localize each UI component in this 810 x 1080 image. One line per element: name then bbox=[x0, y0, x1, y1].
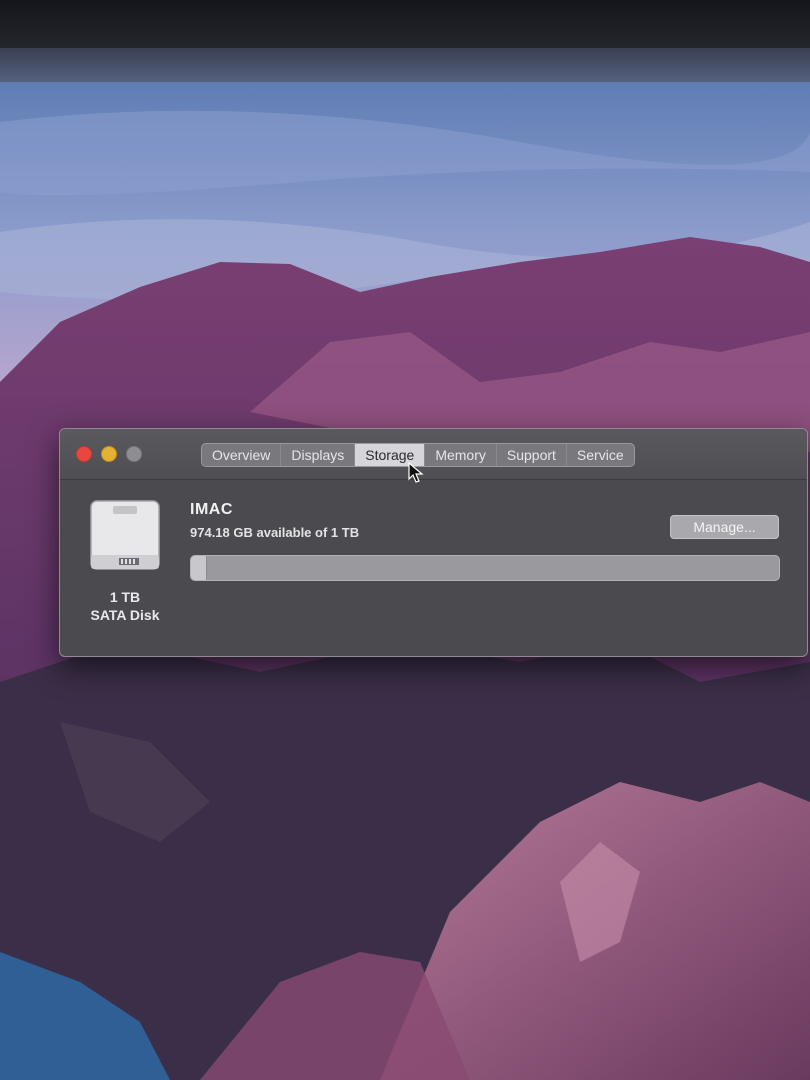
about-this-mac-window: Overview Displays Storage Memory Support… bbox=[59, 428, 808, 657]
volume-name: IMAC bbox=[190, 501, 233, 518]
mouse-pointer-icon bbox=[408, 461, 424, 484]
tab-displays[interactable]: Displays bbox=[281, 444, 356, 466]
storage-used-fill bbox=[191, 556, 208, 580]
volume-available-text: 974.18 GB available of 1 TB bbox=[190, 525, 360, 540]
minimize-button[interactable] bbox=[101, 446, 117, 462]
tab-memory[interactable]: Memory bbox=[425, 444, 497, 466]
hard-drive-icon bbox=[89, 499, 161, 571]
disk-size-label: 1 TB bbox=[109, 589, 141, 605]
zoom-button[interactable] bbox=[126, 446, 142, 462]
close-button[interactable] bbox=[76, 446, 92, 462]
title-bar: Overview Displays Storage Memory Support… bbox=[60, 429, 807, 480]
storage-usage-bar bbox=[190, 555, 780, 581]
tab-service[interactable]: Service bbox=[567, 444, 634, 466]
disk-type-label: SATA Disk bbox=[90, 607, 160, 623]
tab-overview[interactable]: Overview bbox=[202, 444, 282, 466]
tab-support[interactable]: Support bbox=[497, 444, 567, 466]
menu-bar-strip bbox=[0, 48, 810, 82]
manage-button[interactable]: Manage... bbox=[670, 515, 779, 539]
